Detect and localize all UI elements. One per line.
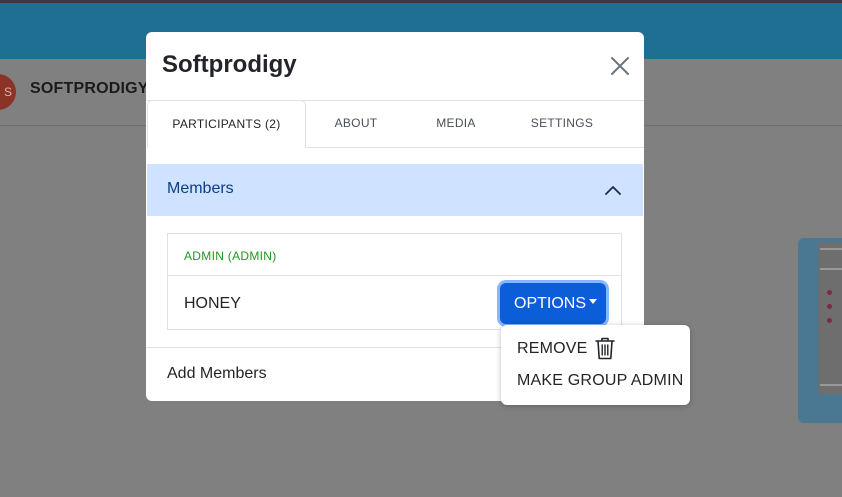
remove-menu-item[interactable]: REMOVE: [517, 340, 588, 358]
admin-label: ADMIN (ADMIN): [184, 249, 277, 263]
thumbnail-line: [820, 268, 842, 270]
list-divider: [168, 275, 621, 276]
options-button[interactable]: OPTIONS: [500, 283, 606, 324]
members-list: ADMIN (ADMIN) HONEY OPTIONS: [167, 233, 622, 330]
tab-participants[interactable]: PARTICIPANTS (2): [147, 100, 306, 148]
tab-media[interactable]: MEDIA: [406, 100, 506, 147]
trash-icon: [595, 337, 615, 360]
options-label: OPTIONS: [514, 295, 587, 312]
close-icon: [611, 57, 629, 75]
members-accordion-header[interactable]: Members: [147, 164, 643, 216]
thumbnail-preview: [818, 242, 842, 394]
video-thumbnail[interactable]: [798, 238, 842, 423]
caret-down-icon: [589, 299, 598, 305]
thumbnail-dot: [827, 290, 832, 295]
thumbnail-line: [820, 248, 842, 250]
tabs-divider: [305, 147, 644, 148]
member-name: HONEY: [184, 295, 241, 312]
chevron-up-icon: [605, 186, 621, 195]
options-dropdown-menu: REMOVE MAKE GROUP ADMIN: [501, 325, 690, 405]
make-group-admin-menu-item[interactable]: MAKE GROUP ADMIN: [517, 372, 684, 390]
thumbnail-dot: [827, 318, 832, 323]
tab-bar: PARTICIPANTS (2) ABOUT MEDIA SETTINGS: [146, 100, 644, 148]
tab-settings[interactable]: SETTINGS: [506, 100, 618, 147]
make-group-admin-label: MAKE GROUP ADMIN: [517, 372, 684, 389]
remove-label: REMOVE: [517, 340, 588, 357]
tab-about[interactable]: ABOUT: [306, 100, 406, 147]
add-members-button[interactable]: Add Members: [167, 365, 267, 383]
chat-avatar[interactable]: S: [0, 74, 16, 110]
members-title: Members: [167, 180, 234, 197]
thumbnail-line: [820, 384, 842, 386]
thumbnail-dot: [827, 304, 832, 309]
chat-name: SOFTPRODIGY: [30, 80, 149, 97]
close-button[interactable]: [608, 54, 632, 78]
modal-title: Softprodigy: [162, 51, 297, 78]
